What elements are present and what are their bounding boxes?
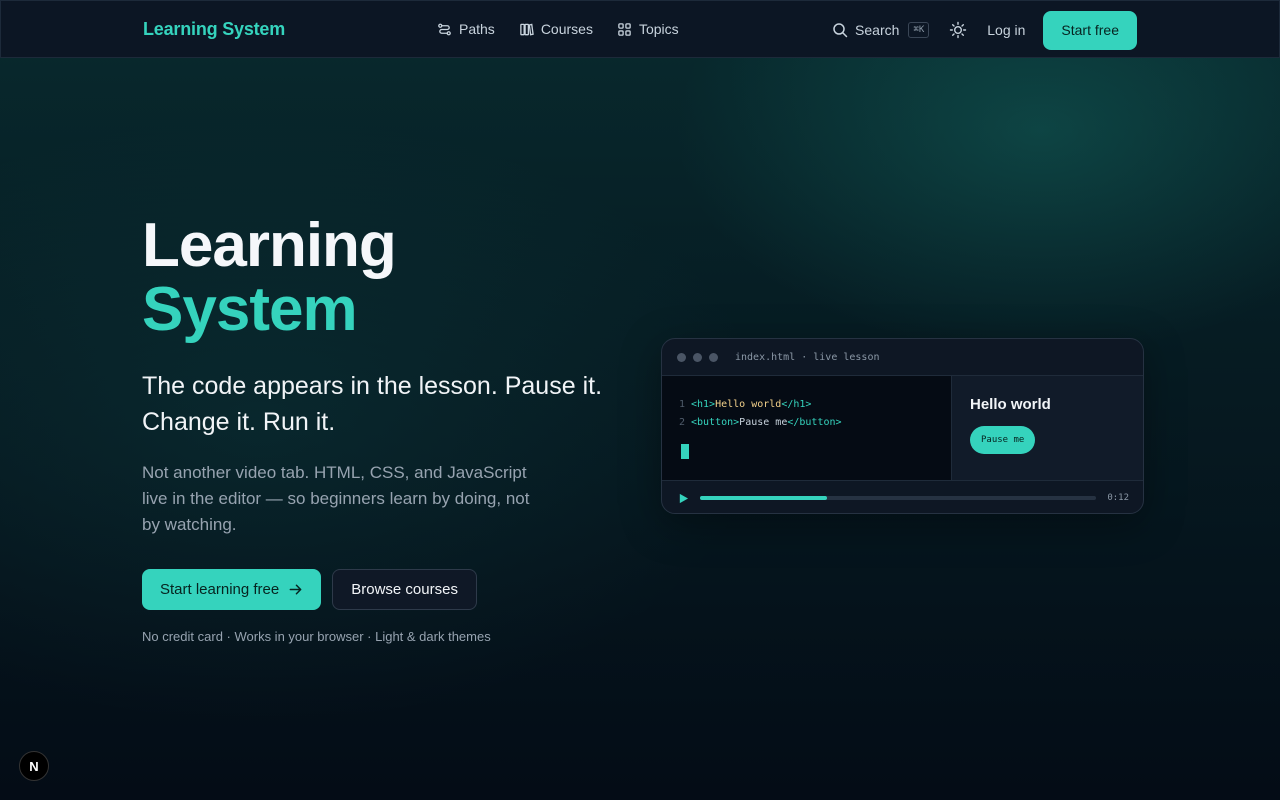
nav-link-courses[interactable]: Courses bbox=[519, 21, 593, 37]
start-learning-label: Start learning free bbox=[160, 581, 280, 598]
browse-courses-button[interactable]: Browse courses bbox=[332, 569, 477, 610]
text-cursor bbox=[681, 444, 689, 459]
hero-title-line1: Learning bbox=[142, 211, 397, 280]
preview-title: Hello world bbox=[970, 396, 1051, 413]
progress-bar[interactable] bbox=[699, 496, 1097, 500]
search-button[interactable]: Search ⌘K bbox=[832, 22, 930, 38]
code-line: 2 <button>Pause me</button> bbox=[679, 414, 951, 432]
start-free-button[interactable]: Start free bbox=[1043, 10, 1137, 50]
progress-fill bbox=[699, 496, 827, 500]
window-dot-icon bbox=[677, 352, 686, 362]
playback-time: 0:12 bbox=[1107, 493, 1129, 503]
hero-description: Not another video tab. HTML, CSS, and Ja… bbox=[142, 463, 530, 534]
search-icon bbox=[833, 23, 848, 38]
window-dot-icon bbox=[693, 352, 702, 362]
hero-title-line2: System bbox=[142, 275, 358, 344]
code-tag-close: </h1> bbox=[781, 399, 812, 410]
nav-links: Paths Courses Topics bbox=[437, 21, 679, 37]
code-editor[interactable]: 1 <h1>Hello world</h1> 2 <button>Pause me<… bbox=[662, 376, 951, 480]
login-link[interactable]: Log in bbox=[987, 22, 1025, 38]
arrow-right-icon bbox=[289, 584, 302, 595]
hero-subtitle: The code appears in the lesson. Pause it… bbox=[142, 372, 603, 436]
nav-actions: Search ⌘K Log in Start free bbox=[832, 10, 1137, 50]
top-nav: Learning System Paths Courses Topics Sea… bbox=[0, 0, 1280, 58]
fine-print: No credit card · Works in your browser ·… bbox=[142, 629, 491, 644]
play-icon[interactable] bbox=[678, 493, 689, 504]
lesson-card-title: index.html · live lesson bbox=[735, 351, 880, 363]
preview-pause-button[interactable]: Pause me bbox=[970, 426, 1036, 454]
code-text: Hello world bbox=[715, 399, 782, 410]
hero-title: Learning System bbox=[142, 211, 397, 344]
nav-link-paths[interactable]: Paths bbox=[437, 21, 495, 37]
nav-link-topics[interactable]: Topics bbox=[617, 21, 679, 37]
line-number: 2 bbox=[679, 417, 686, 428]
start-learning-button[interactable]: Start learning free bbox=[142, 569, 322, 610]
grid-icon bbox=[618, 22, 631, 36]
lesson-card-header: index.html · live lesson bbox=[662, 339, 1143, 376]
code-line: 1 <h1>Hello world</h1> bbox=[679, 396, 951, 414]
nav-link-label: Paths bbox=[459, 21, 495, 37]
search-label: Search bbox=[855, 22, 900, 38]
route-icon bbox=[438, 23, 451, 35]
brand-logo[interactable]: Learning System bbox=[143, 19, 285, 40]
books-icon bbox=[520, 23, 534, 36]
line-number: 1 bbox=[679, 399, 686, 410]
nav-link-label: Courses bbox=[540, 21, 593, 37]
code-tag-open: <h1> bbox=[691, 399, 716, 410]
cta-row: Start learning free Browse courses bbox=[142, 569, 477, 610]
nav-link-label: Topics bbox=[638, 21, 679, 37]
code-text: Pause me bbox=[739, 417, 788, 428]
lesson-player-controls: 0:12 bbox=[662, 480, 1143, 513]
dev-badge[interactable]: N bbox=[19, 751, 49, 781]
code-tag-close: </button> bbox=[787, 417, 842, 428]
search-shortcut: ⌘K bbox=[908, 22, 930, 38]
sun-icon[interactable] bbox=[949, 21, 967, 39]
code-tag-open: <button> bbox=[691, 417, 740, 428]
lesson-card-body: 1 <h1>Hello world</h1> 2 <button>Pause me<… bbox=[662, 376, 1143, 480]
preview-pane: Hello world Pause me bbox=[951, 376, 1143, 480]
lesson-card: index.html · live lesson 1 <h1>Hello worl… bbox=[661, 338, 1144, 514]
window-dot-icon bbox=[709, 352, 718, 362]
